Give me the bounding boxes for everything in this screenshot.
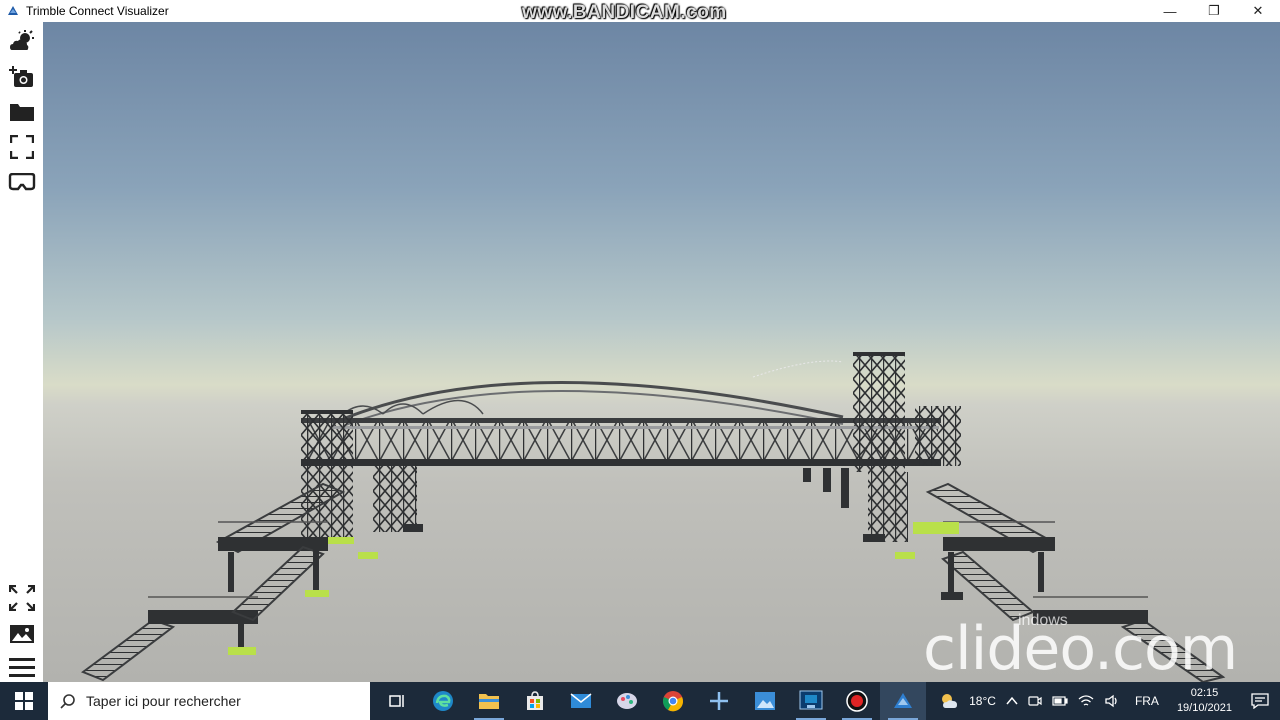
- restore-button[interactable]: ❐: [1192, 0, 1236, 22]
- task-view-button[interactable]: [374, 682, 420, 720]
- chrome-button[interactable]: [650, 682, 696, 720]
- clock-date: 19/10/2021: [1176, 702, 1232, 714]
- language-indicator[interactable]: FRA: [1125, 694, 1169, 708]
- image-button[interactable]: [8, 620, 36, 648]
- add-camera-icon: [9, 66, 33, 87]
- photos-button[interactable]: [742, 682, 788, 720]
- fullscreen-button[interactable]: [8, 133, 36, 161]
- clideo-watermark: clideo.com: [923, 614, 1238, 682]
- mail-icon: [570, 693, 592, 708]
- paint-button[interactable]: [604, 682, 650, 720]
- paint-icon: [617, 693, 637, 709]
- vr-headset-icon: [8, 173, 36, 191]
- record-button[interactable]: [834, 682, 880, 720]
- expand-button[interactable]: [8, 584, 36, 612]
- open-folder-button[interactable]: [8, 98, 36, 126]
- 3d-viewport[interactable]: indows clideo.com: [43, 22, 1280, 682]
- taskbar: Taper ici pour rechercher 18°C FRA 02:15…: [0, 682, 1280, 720]
- bandicam-watermark: www.BANDICAM.com: [522, 2, 727, 23]
- mail-button[interactable]: [558, 682, 604, 720]
- trimble-visualizer-button[interactable]: [880, 682, 926, 720]
- file-explorer-button[interactable]: [466, 682, 512, 720]
- edge-icon: [433, 691, 453, 711]
- trimble-app-icon: [8, 6, 18, 15]
- battery-icon: [1052, 696, 1068, 706]
- volume-icon: [1105, 694, 1117, 708]
- weather-temp: 18°C: [969, 694, 996, 708]
- store-icon: [527, 691, 543, 710]
- start-button[interactable]: [0, 682, 48, 720]
- clock-time: 02:15: [1190, 687, 1219, 699]
- visual-app-icon: [799, 690, 823, 710]
- wifi-icon: [1078, 695, 1094, 706]
- notification-icon: [1251, 693, 1269, 709]
- footing-pads: [228, 522, 959, 655]
- weather-widget[interactable]: 18°C: [934, 692, 1001, 710]
- windows-logo-icon: [15, 692, 33, 710]
- camera-tray-icon: [1028, 696, 1042, 706]
- image-icon: [10, 625, 34, 643]
- chevron-up-icon: [1006, 696, 1018, 705]
- tray-chevron[interactable]: [1001, 696, 1023, 706]
- weather-button[interactable]: [8, 28, 36, 56]
- minimize-button[interactable]: —: [1148, 0, 1192, 22]
- visual-app-button[interactable]: [788, 682, 834, 720]
- left-stair-lower: [80, 618, 176, 682]
- search-icon: [60, 694, 75, 709]
- taskbar-search[interactable]: Taper ici pour rechercher: [48, 682, 370, 720]
- system-tray: 18°C FRA 02:15 19/10/2021: [934, 682, 1280, 720]
- battery-button[interactable]: [1047, 695, 1073, 707]
- weather-icon: [942, 694, 958, 708]
- folder-icon: [10, 104, 34, 121]
- expand-arrows-icon: [9, 585, 35, 611]
- bridge-arch: [342, 381, 844, 421]
- close-button[interactable]: ✕: [1236, 0, 1280, 22]
- snip-button[interactable]: [696, 682, 742, 720]
- file-explorer-icon: [479, 694, 499, 709]
- meet-now-button[interactable]: [1023, 694, 1047, 708]
- weather-sun-cloud-icon: [10, 30, 34, 50]
- right-tower: [853, 352, 905, 472]
- search-placeholder: Taper ici pour rechercher: [86, 693, 241, 709]
- vr-button[interactable]: [8, 168, 36, 196]
- volume-button[interactable]: [1099, 694, 1125, 708]
- store-button[interactable]: [512, 682, 558, 720]
- task-view-icon: [389, 695, 404, 707]
- menu-button[interactable]: [8, 654, 36, 682]
- fullscreen-frame-icon: [10, 135, 34, 159]
- steel-bridge-model: [80, 352, 1226, 682]
- wifi-button[interactable]: [1073, 694, 1099, 708]
- chrome-icon: [663, 691, 683, 712]
- snip-icon: [710, 692, 728, 710]
- left-toolbar: [0, 22, 44, 682]
- photos-icon: [755, 692, 775, 710]
- trimble-icon: [894, 693, 912, 708]
- add-camera-button[interactable]: [8, 63, 36, 91]
- clock[interactable]: 02:15 19/10/2021: [1169, 686, 1240, 716]
- edge-button[interactable]: [420, 682, 466, 720]
- record-icon: [846, 690, 868, 712]
- menu-icon: [9, 658, 35, 677]
- left-tower: [301, 410, 353, 540]
- notification-button[interactable]: [1240, 693, 1280, 709]
